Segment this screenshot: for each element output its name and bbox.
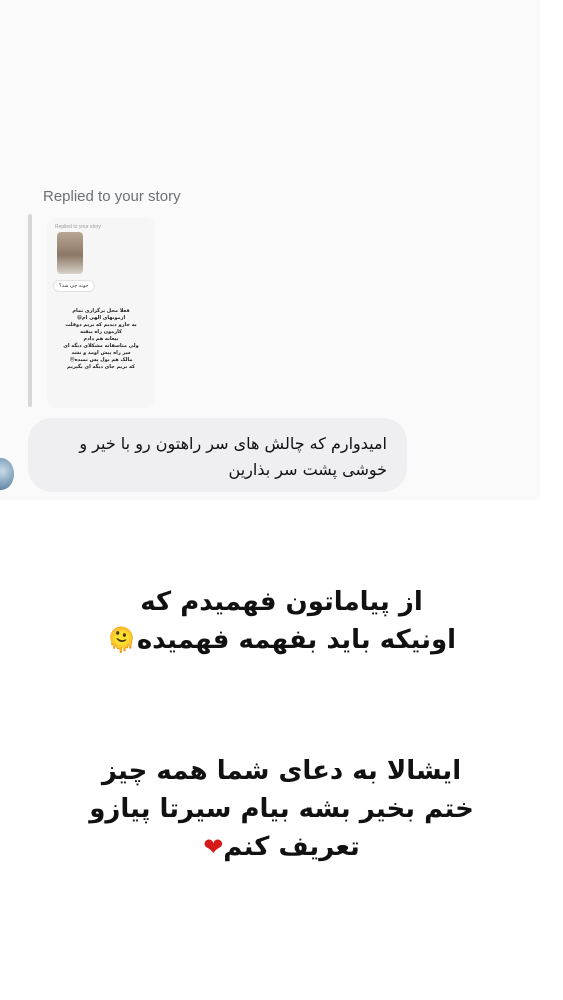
message-text: امیدوارم که چالش های سر راهتون رو با خیر…: [79, 434, 387, 479]
melting-face-emoji-icon: 🫠: [106, 626, 137, 654]
heart-icon: ❤: [203, 833, 224, 861]
story-thumb-replied-label: Replied to your story: [55, 224, 101, 230]
story-thumb-bubble: خونه چی شد؟: [53, 280, 95, 292]
message-bubble[interactable]: امیدوارم که چالش های سر راهتون رو با خیر…: [28, 418, 407, 492]
overlay-caption-1-text: از پیاماتون فهمیدم که اونیکه باید بفهمه …: [136, 587, 457, 655]
story-thumbnail[interactable]: Replied to your story خونه چی شد؟ فعلا م…: [47, 218, 155, 408]
overlay-caption-2-text: ایشالا به دعای شما همه چیز ختم بخیر بشه …: [89, 756, 474, 862]
reply-indicator-bar: [28, 214, 32, 407]
story-thumb-text: فعلا محل برگزاری تمام ازمونهای الهی ام😆 …: [63, 308, 139, 370]
overlay-caption-1: از پیاماتون فهمیدم که اونیکه باید بفهمه …: [0, 583, 563, 659]
overlay-caption-2: ایشالا به دعای شما همه چیز ختم بخیر بشه …: [0, 752, 563, 866]
story-thumb-photo: [57, 232, 83, 274]
dm-screenshot: Replied to your story Replied to your st…: [0, 0, 540, 500]
replied-to-story-label: Replied to your story: [43, 188, 181, 205]
